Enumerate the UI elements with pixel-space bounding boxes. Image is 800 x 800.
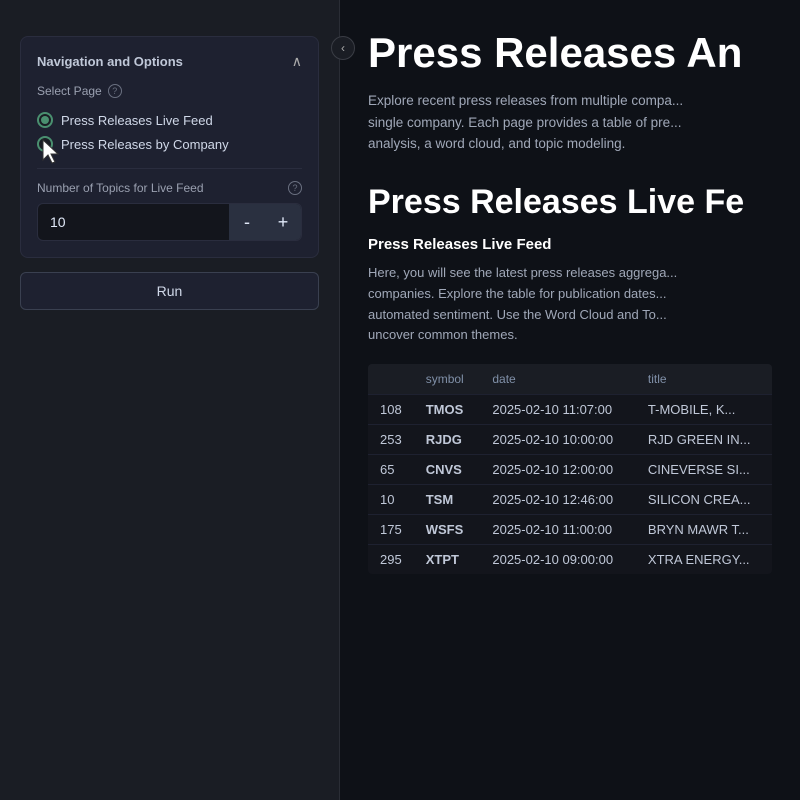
press-releases-table: symbol date title 108 TMOS 2025-02-10 11… — [368, 364, 772, 574]
section-title: Navigation and Options — [37, 54, 183, 69]
table-row[interactable]: 295 XTPT 2025-02-10 09:00:00 XTRA ENERGY… — [368, 545, 772, 575]
feed-description: Here, you will see the latest press rele… — [368, 263, 772, 346]
cell-num: 10 — [368, 485, 414, 515]
cell-symbol: WSFS — [414, 515, 481, 545]
radio-live-feed[interactable]: Press Releases Live Feed — [37, 108, 302, 132]
cell-symbol: TMOS — [414, 395, 481, 425]
cell-date: 2025-02-10 09:00:00 — [480, 545, 636, 575]
cell-date: 2025-02-10 11:00:00 — [480, 515, 636, 545]
cell-title: SILICON CREA... — [636, 485, 772, 515]
cell-num: 253 — [368, 425, 414, 455]
col-header-date: date — [480, 364, 636, 395]
radio-by-company[interactable]: Press Releases by Company — [37, 132, 302, 156]
cell-title: CINEVERSE SI... — [636, 455, 772, 485]
cell-date: 2025-02-10 10:00:00 — [480, 425, 636, 455]
radio-dot-live-feed — [37, 112, 53, 128]
collapse-section-icon[interactable]: ∧ — [292, 53, 302, 70]
topics-help-icon[interactable]: ? — [288, 181, 302, 195]
table-header-row: symbol date title — [368, 364, 772, 395]
divider — [37, 168, 302, 169]
cell-num: 295 — [368, 545, 414, 575]
col-header-title: title — [636, 364, 772, 395]
cell-title: XTRA ENERGY... — [636, 545, 772, 575]
page-title: Press Releases An — [368, 30, 772, 76]
cell-symbol: RJDG — [414, 425, 481, 455]
page-description: Explore recent press releases from multi… — [368, 90, 772, 155]
cell-title: RJD GREEN IN... — [636, 425, 772, 455]
cell-symbol: XTPT — [414, 545, 481, 575]
section-header: Navigation and Options ∧ — [37, 53, 302, 70]
cell-title: T-MOBILE, K... — [636, 395, 772, 425]
collapse-button[interactable]: ‹ — [331, 36, 355, 60]
cell-date: 2025-02-10 11:07:00 — [480, 395, 636, 425]
nav-options-section: Navigation and Options ∧ Select Page ? P… — [20, 36, 319, 258]
topics-label: Number of Topics for Live Feed ? — [37, 181, 302, 195]
table-row[interactable]: 65 CNVS 2025-02-10 12:00:00 CINEVERSE SI… — [368, 455, 772, 485]
run-button[interactable]: Run — [20, 272, 319, 310]
table-row[interactable]: 175 WSFS 2025-02-10 11:00:00 BRYN MAWR T… — [368, 515, 772, 545]
table-row[interactable]: 108 TMOS 2025-02-10 11:07:00 T-MOBILE, K… — [368, 395, 772, 425]
cell-symbol: TSM — [414, 485, 481, 515]
col-header-symbol: symbol — [414, 364, 481, 395]
sidebar: ‹ Navigation and Options ∧ Select Page ?… — [0, 0, 340, 800]
topics-control: 10 - + — [37, 203, 302, 241]
subsection-heading: Press Releases Live Feed — [368, 236, 772, 253]
cell-date: 2025-02-10 12:46:00 — [480, 485, 636, 515]
cell-num: 65 — [368, 455, 414, 485]
cell-symbol: CNVS — [414, 455, 481, 485]
cell-num: 175 — [368, 515, 414, 545]
cell-num: 108 — [368, 395, 414, 425]
select-page-help-icon[interactable]: ? — [108, 84, 122, 98]
topics-value: 10 — [38, 206, 229, 238]
table-row[interactable]: 253 RJDG 2025-02-10 10:00:00 RJD GREEN I… — [368, 425, 772, 455]
cell-title: BRYN MAWR T... — [636, 515, 772, 545]
radio-dot-by-company — [37, 136, 53, 152]
table-row[interactable]: 10 TSM 2025-02-10 12:46:00 SILICON CREA.… — [368, 485, 772, 515]
col-header-num — [368, 364, 414, 395]
cell-date: 2025-02-10 12:00:00 — [480, 455, 636, 485]
main-content: Press Releases An Explore recent press r… — [340, 0, 800, 800]
topics-increment-button[interactable]: + — [265, 204, 301, 240]
live-feed-heading: Press Releases Live Fe — [368, 183, 772, 222]
select-page-label: Select Page ? — [37, 84, 302, 98]
topics-decrement-button[interactable]: - — [229, 204, 265, 240]
table-body: 108 TMOS 2025-02-10 11:07:00 T-MOBILE, K… — [368, 395, 772, 575]
